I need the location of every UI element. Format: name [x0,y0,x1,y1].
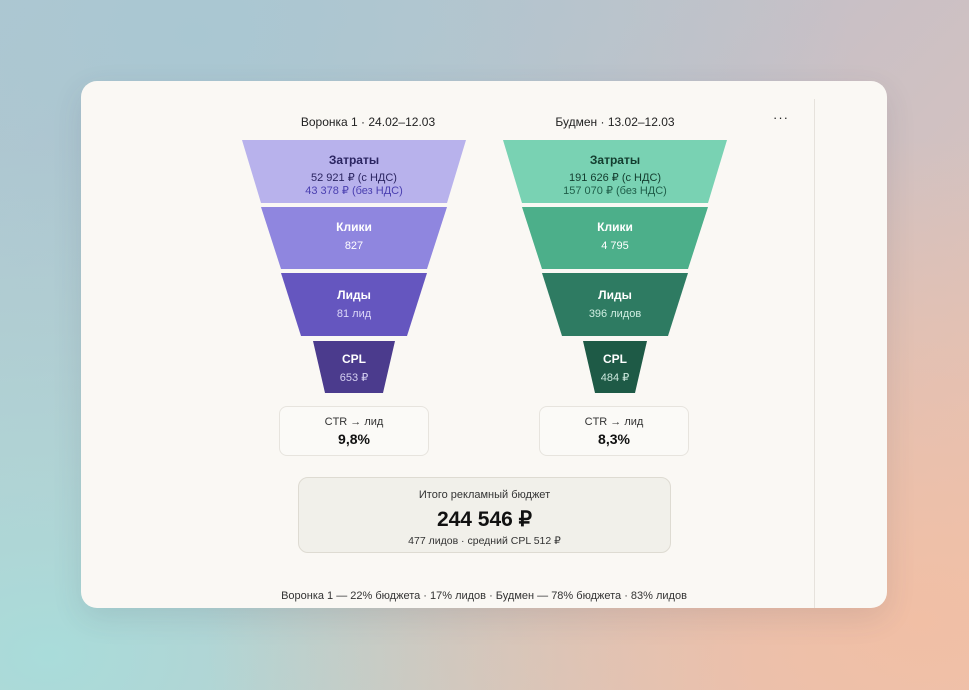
funnel-1-clicks-text: Клики 827 [242,220,466,252]
total-budget-card: Итого рекламный бюджет 244 546 ₽ 477 лид… [298,477,671,553]
funnel-2-leads-label: Лиды [598,288,632,302]
funnel-2-spend-label: Затраты [589,153,641,167]
funnel-1-spend-text: Затраты 52 921 ₽ (с НДС) 43 378 ₽ (без Н… [242,153,466,197]
funnel-2-title: Будмен · 13.02–12.03 [555,115,675,129]
funnel-1-clicks-value: 827 [344,240,364,252]
funnel-2-spend-novat: 157 070 ₽ (без НДС) [563,185,667,197]
scroll-divider [814,99,815,608]
total-budget-label: Итого рекламный бюджет [418,489,551,501]
funnel-2-cpl-label: CPL [603,352,627,366]
funnel-2-ctr-label: CTR → лид [584,416,644,428]
funnel-2-clicks-text: Клики 4 795 [503,220,727,252]
funnel-1-cpl-value: 653 ₽ [339,372,369,384]
funnel-2-leads-value: 396 лидов [588,308,642,320]
funnel-1-cpl-label: CPL [342,352,366,366]
funnel-1-cpl-text: CPL 653 ₽ [242,352,466,384]
funnel-1-spend-novat: 43 378 ₽ (без НДС) [305,185,403,197]
funnel-1-leads-label: Лиды [337,288,371,302]
funnel-1-ctr-value: 9,8% [338,431,370,447]
funnel-1-spend-label: Затраты [328,153,380,167]
funnel-card: ··· Воронка 1 · 24.02–12.03 Затраты 52 9… [81,81,887,608]
funnel-1-ctr-card: CTR → лид 9,8% [279,406,429,456]
funnel-1-leads-value: 81 лид [336,308,372,320]
funnel-2-spend-text: Затраты 191 626 ₽ (с НДС) 157 070 ₽ (без… [503,153,727,197]
total-budget-value: 244 546 ₽ [436,508,533,531]
funnel-2-clicks-value: 4 795 [601,240,629,252]
funnel-2-cpl-text: CPL 484 ₽ [503,352,727,384]
funnel-2-cpl-value: 484 ₽ [600,372,630,384]
funnel-1-clicks-label: Клики [336,220,372,234]
funnel-2-leads-text: Лиды 396 лидов [503,288,727,320]
funnel-2-clicks-label: Клики [597,220,633,234]
more-menu-button[interactable]: ··· [771,111,791,125]
funnel-1-leads-text: Лиды 81 лид [242,288,466,320]
funnel-1-spend-vat: 52 921 ₽ (с НДС) [311,172,397,184]
funnel-1-ctr-label: CTR → лид [324,416,384,428]
funnel-2-spend-vat: 191 626 ₽ (с НДС) [568,172,662,184]
funnel-2-ctr-card: CTR → лид 8,3% [539,406,689,456]
total-budget-subtitle: 477 лидов · средний CPL 512 ₽ [408,535,561,547]
budget-share-footer: Воронка 1 — 22% бюджета · 17% лидов · Бу… [281,590,687,602]
funnel-2: Затраты 191 626 ₽ (с НДС) 157 070 ₽ (без… [503,140,727,396]
funnel-1: Затраты 52 921 ₽ (с НДС) 43 378 ₽ (без Н… [242,140,466,396]
funnel-2-ctr-value: 8,3% [598,431,630,447]
